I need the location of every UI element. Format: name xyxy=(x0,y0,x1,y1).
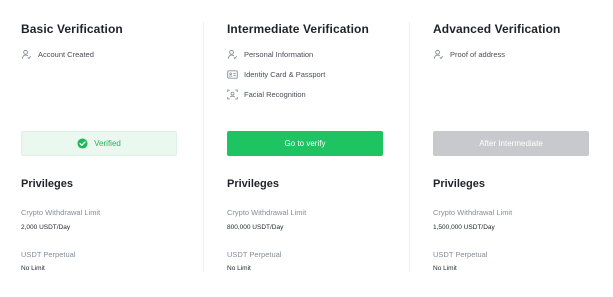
after-intermediate-label: After Intermediate xyxy=(479,139,543,148)
withdrawal-limit-value: 1,500,000 USDT/Day xyxy=(433,224,495,231)
withdrawal-limit-value: 800,000 USDT/Day xyxy=(227,224,284,231)
withdrawal-limit-label: Crypto Withdrawal Limit xyxy=(21,208,101,217)
usdt-perpetual-label: USDT Perpetual xyxy=(433,250,488,259)
verified-label: Verified xyxy=(94,139,121,148)
withdrawal-limit-value: 2,000 USDT/Day xyxy=(21,224,71,231)
advanced-verification-title: Advanced Verification xyxy=(433,22,561,36)
person-icon xyxy=(227,49,238,59)
feature-facial-recognition: Facial Recognition xyxy=(227,88,306,100)
go-to-verify-button[interactable]: Go to verify xyxy=(227,131,383,156)
feature-label: Account Created xyxy=(38,49,94,59)
usdt-perpetual-value: No Limit xyxy=(433,265,457,272)
verified-status-button: Verified xyxy=(21,131,177,156)
usdt-perpetual-value: No Limit xyxy=(21,265,45,272)
withdrawal-limit-label: Crypto Withdrawal Limit xyxy=(433,208,513,217)
id-card-icon xyxy=(227,69,238,79)
face-scan-icon xyxy=(227,89,238,99)
privileges-title: Privileges xyxy=(227,178,279,190)
withdrawal-limit-label: Crypto Withdrawal Limit xyxy=(227,208,307,217)
go-to-verify-label: Go to verify xyxy=(284,139,326,148)
after-intermediate-button: After Intermediate xyxy=(433,131,589,156)
feature-label: Facial Recognition xyxy=(244,89,306,99)
privileges-title: Privileges xyxy=(21,178,73,190)
person-icon xyxy=(21,49,32,59)
basic-verification-column: Basic Verification Account Created Verif… xyxy=(0,0,205,297)
feature-account-created: Account Created xyxy=(21,48,94,60)
check-circle-icon xyxy=(77,138,88,149)
feature-label: Proof of address xyxy=(450,49,506,59)
usdt-perpetual-label: USDT Perpetual xyxy=(227,250,282,259)
feature-proof-of-address: Proof of address xyxy=(433,48,505,60)
advanced-verification-column: Advanced Verification Proof of address A… xyxy=(412,0,613,297)
basic-verification-title: Basic Verification xyxy=(21,22,123,36)
privileges-title: Privileges xyxy=(433,178,485,190)
feature-label: Personal Information xyxy=(244,49,314,59)
feature-identity-card: Identity Card & Passport xyxy=(227,68,325,80)
feature-personal-information: Personal Information xyxy=(227,48,313,60)
intermediate-verification-column: Intermediate Verification Personal Infor… xyxy=(206,0,411,297)
usdt-perpetual-value: No Limit xyxy=(227,265,251,272)
person-icon xyxy=(433,49,444,59)
feature-label: Identity Card & Passport xyxy=(244,69,326,79)
intermediate-verification-title: Intermediate Verification xyxy=(227,22,369,36)
usdt-perpetual-label: USDT Perpetual xyxy=(21,250,76,259)
